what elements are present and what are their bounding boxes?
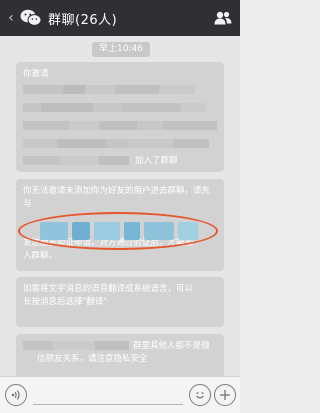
message-line: 群里其他人都不是微 [23,340,217,353]
group-contacts-icon [214,11,232,25]
back-button[interactable]: ‹ [3,0,19,36]
message-text: 加入了群聊 [135,156,178,166]
timestamp-label: 早上10:46 [92,42,150,57]
chevron-left-icon: ‹ [8,10,14,26]
input-bar [0,376,240,413]
emoji-icon [196,392,204,399]
chat-title: 群聊(26人) [48,12,118,28]
voice-icon [11,390,20,400]
emoji-button[interactable] [189,384,211,406]
plus-icon [220,390,230,400]
message-line: 长按消息后选择"翻译" [23,297,108,307]
highlight-oval [18,212,218,250]
redacted-line [23,84,217,97]
message-line: 你邀请 [23,69,49,79]
system-message: 如需将文字消息的语音翻译成系统语言，可以 长按消息后选择"翻译" [16,277,224,327]
message-line: 你无法邀请未添加你为好友的用户进去群聊，请先与 [23,186,211,209]
message-input[interactable] [33,385,183,405]
redacted-line [23,102,217,115]
message-text: 群里其他人都不是微 [133,341,210,351]
system-message: 你邀请 加入了群聊 [16,62,224,172]
redacted-line [23,138,217,151]
wechat-logo-icon [20,8,42,28]
redacted-line [23,120,217,133]
message-line: 入群聊。 [23,251,58,261]
group-info-button[interactable] [212,8,234,28]
chat-area[interactable]: 早上10:46 你邀请 加入了群聊 你无法邀请未添加你为好友的用户进去群聊，请先… [0,36,240,384]
message-line: 信朋友关系，请注意隐私安全 [37,354,148,364]
message-line: 加入了群聊 [23,155,217,168]
message-line: 如需将文字消息的语音翻译成系统语言，可以 [23,284,194,294]
voice-button[interactable] [5,384,27,406]
more-button[interactable] [214,384,236,406]
top-bar: ‹ 群聊(26人) [0,0,240,36]
